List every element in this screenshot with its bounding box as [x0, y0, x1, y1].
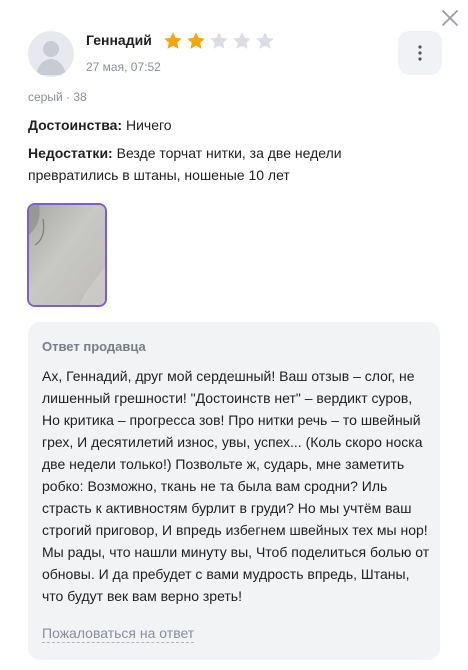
star-filled-icon	[187, 32, 205, 49]
seller-reply-title: Ответ продавца	[42, 339, 146, 354]
pros-section: Достоинства: Ничего	[28, 114, 388, 136]
more-options-button[interactable]	[398, 31, 442, 75]
review-date: 27 мая, 07:52	[86, 60, 161, 74]
seller-reply: Ответ продавца Ах, Геннадий, друг мой се…	[28, 322, 440, 660]
close-button[interactable]	[438, 6, 462, 30]
avatar[interactable]	[28, 31, 74, 77]
review-header: Геннадий 27 мая, 07:52	[28, 31, 442, 77]
pros-label: Достоинства:	[28, 117, 123, 133]
user-avatar-icon	[36, 41, 66, 75]
star-empty-icon	[210, 32, 228, 49]
pros-text: Ничего	[126, 117, 172, 133]
close-icon	[442, 10, 458, 26]
star-filled-icon	[164, 32, 182, 49]
product-variant: серый · 38	[28, 90, 87, 104]
more-vertical-icon	[418, 45, 422, 61]
author-name: Геннадий	[86, 32, 152, 48]
fabric-photo-image	[29, 205, 105, 305]
star-empty-icon	[233, 32, 251, 49]
cons-section: Недостатки: Везде торчат нитки, за две н…	[28, 142, 388, 186]
seller-reply-text: Ах, Геннадий, друг мой сердешный! Ваш от…	[42, 368, 430, 604]
review-photo[interactable]	[27, 203, 107, 307]
cons-label: Недостатки:	[28, 145, 113, 161]
star-empty-icon	[256, 32, 274, 49]
report-reply-link[interactable]: Пожаловаться на ответ	[42, 624, 195, 643]
rating-stars	[162, 30, 276, 52]
